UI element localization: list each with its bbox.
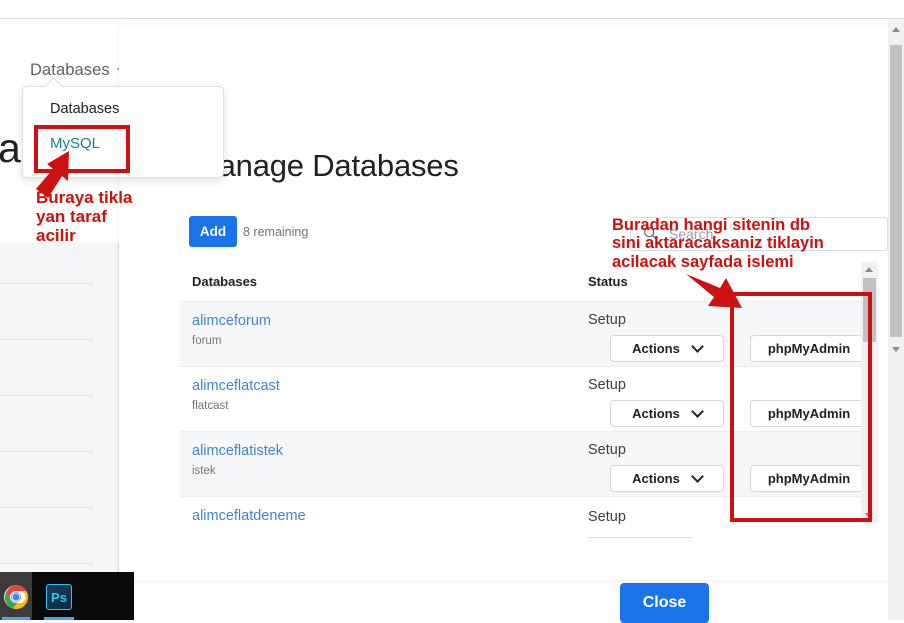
database-subtitle: flatcast — [192, 400, 229, 412]
row-underline — [588, 537, 692, 538]
chrome-icon[interactable] — [3, 584, 29, 610]
actions-button-label: Actions — [632, 341, 680, 356]
chevron-down-icon — [693, 474, 702, 483]
table-header-row: Databases Status — [180, 274, 874, 299]
scroll-up-arrow-icon[interactable] — [865, 267, 873, 272]
search-box[interactable] — [630, 217, 888, 251]
manage-databases-modal: Manage Databases Add 8 remaining Databas… — [119, 26, 904, 623]
database-name-link[interactable]: alimceflatdeneme — [192, 508, 306, 524]
nav-item-databases[interactable]: Databases — [30, 61, 130, 80]
background-content-panel — [0, 243, 118, 580]
dropdown-item-mysql[interactable]: MySQL — [50, 135, 100, 152]
scroll-down-arrow-icon[interactable] — [865, 513, 873, 518]
search-input[interactable] — [667, 218, 881, 250]
table-row: alimceforum forum Setup Actions phpMyAdm… — [180, 302, 874, 367]
taskbar-chrome-slot[interactable] — [0, 572, 32, 620]
phpmyadmin-button[interactable]: phpMyAdmin — [750, 335, 868, 362]
database-subtitle: istek — [192, 465, 216, 477]
column-header-status: Status — [588, 274, 628, 289]
status-label: Setup — [588, 442, 626, 458]
status-label: Setup — [588, 377, 626, 393]
database-subtitle: forum — [192, 335, 222, 347]
chevron-down-icon — [693, 409, 702, 418]
actions-dropdown-button[interactable]: Actions — [610, 400, 724, 427]
photoshop-icon[interactable]: Ps — [46, 584, 72, 610]
page-title: Manage Databases — [193, 148, 459, 183]
column-header-databases: Databases — [192, 274, 258, 289]
close-button[interactable]: Close — [620, 583, 709, 623]
status-label: Setup — [588, 312, 626, 328]
page-scrollbar[interactable] — [888, 19, 904, 620]
dropdown-section-title: Databases — [50, 101, 120, 117]
add-button[interactable]: Add — [189, 216, 237, 247]
actions-button-label: Actions — [632, 471, 680, 486]
status-label: Setup — [588, 509, 626, 525]
remaining-count-label: 8 remaining — [243, 225, 309, 239]
page-scrollbar-thumb[interactable] — [890, 45, 902, 337]
actions-dropdown-button[interactable]: Actions — [610, 465, 724, 492]
actions-button-label: Actions — [632, 406, 680, 421]
nav-item-label: Databases — [30, 61, 110, 79]
table-scrollbar-thumb[interactable] — [863, 278, 876, 342]
databases-table[interactable]: alimceforum forum Setup Actions phpMyAdm… — [180, 301, 874, 550]
table-row: alimceflatdeneme Setup — [180, 497, 874, 550]
table-row: alimceflatcast flatcast Setup Actions ph… — [180, 367, 874, 432]
databases-dropdown-menu: Databases MySQL — [22, 86, 224, 178]
database-name-link[interactable]: alimceflatistek — [192, 443, 283, 459]
scroll-up-arrow-icon[interactable] — [892, 27, 900, 32]
phpmyadmin-button[interactable]: phpMyAdmin — [750, 400, 868, 427]
table-scrollbar[interactable] — [861, 262, 878, 523]
table-row: alimceflatistek istek Setup Actions phpM… — [180, 432, 874, 497]
actions-dropdown-button[interactable]: Actions — [610, 335, 724, 362]
chevron-down-icon — [693, 344, 702, 353]
phpmyadmin-button[interactable]: phpMyAdmin — [750, 465, 868, 492]
database-name-link[interactable]: alimceflatcast — [192, 378, 280, 394]
scroll-down-arrow-icon[interactable] — [892, 347, 900, 352]
database-name-link[interactable]: alimceforum — [192, 313, 271, 329]
search-icon — [644, 227, 657, 240]
